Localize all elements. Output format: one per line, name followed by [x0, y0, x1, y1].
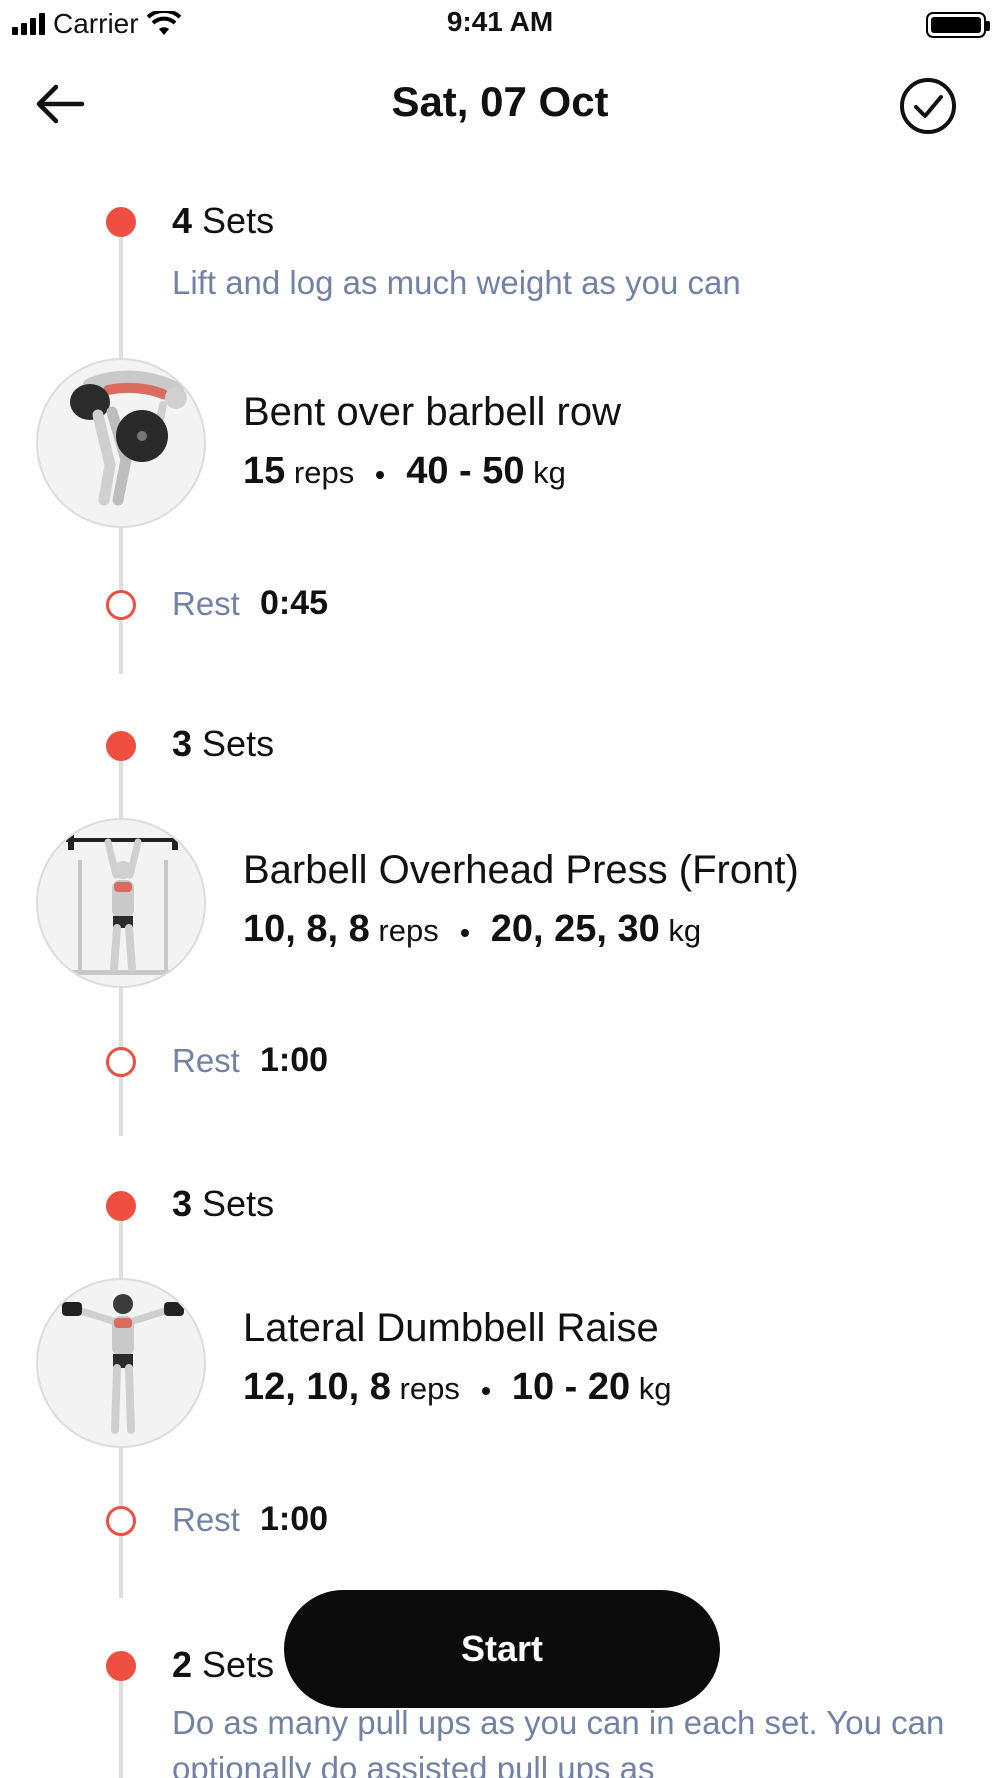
set-instructions: Do as many pull ups as you can in each s…	[172, 1704, 945, 1778]
set-instructions: Lift and log as much weight as you can	[172, 264, 741, 301]
exercise-details: 15 reps 40 - 50 kg	[243, 450, 566, 492]
exercise-thumbnail[interactable]	[36, 358, 206, 528]
sets-count: 4 Sets	[172, 200, 275, 241]
sets-count: 3 Sets	[172, 1183, 275, 1224]
status-bar: Carrier 9:41 AM	[0, 0, 1000, 50]
rest-label: Rest	[172, 585, 240, 622]
exercise-name[interactable]: Barbell Overhead Press (Front)	[243, 848, 799, 893]
overhead-press-figure	[66, 830, 180, 975]
rest-duration: 1:00	[260, 1041, 329, 1079]
bent-over-row-figure	[70, 370, 187, 506]
lateral-raise-figure	[62, 1294, 184, 1434]
sets-marker	[106, 731, 136, 761]
rest-marker	[106, 1506, 136, 1536]
sets-marker	[106, 1651, 136, 1681]
page-title: Sat, 07 Oct	[391, 78, 609, 125]
rest-marker	[106, 1047, 136, 1077]
rest-label: Rest	[172, 1042, 240, 1079]
sets-marker	[106, 207, 136, 237]
rest-marker	[106, 590, 136, 620]
sets-marker	[106, 1191, 136, 1221]
checkmark-circle-icon[interactable]	[898, 76, 958, 136]
rest-duration: 0:45	[260, 584, 329, 622]
rest-duration: 1:00	[260, 1500, 329, 1538]
exercise-thumbnail[interactable]	[36, 818, 206, 988]
battery-icon	[926, 12, 990, 38]
exercise-thumbnail[interactable]	[36, 1278, 206, 1448]
rest-label: Rest	[172, 1501, 240, 1538]
start-button[interactable]: Start	[284, 1590, 720, 1708]
nav-bar: Sat, 07 Oct	[0, 60, 1000, 144]
workout-timeline[interactable]: 4 Sets Lift and log as much weight as yo…	[0, 150, 1000, 1778]
status-time: 9:41 AM	[446, 6, 554, 37]
sets-count: 2 Sets	[172, 1644, 275, 1685]
exercise-details: 12, 10, 8 reps 10 - 20 kg	[243, 1366, 672, 1408]
exercise-details: 10, 8, 8 reps 20, 25, 30 kg	[243, 908, 702, 950]
exercise-name[interactable]: Lateral Dumbbell Raise	[243, 1306, 659, 1351]
exercise-name[interactable]: Bent over barbell row	[243, 390, 621, 435]
sets-count: 3 Sets	[172, 723, 275, 764]
